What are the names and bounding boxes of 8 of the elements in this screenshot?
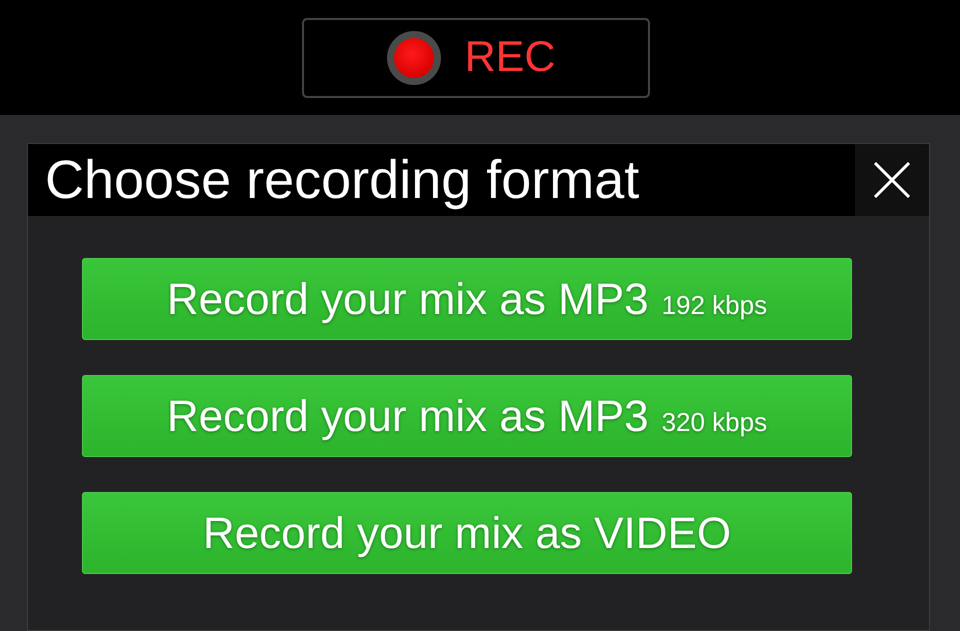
record-format-button[interactable]: Record your mix as VIDEO: [82, 492, 852, 574]
close-icon: [874, 162, 910, 198]
record-format-button[interactable]: Record your mix as MP3 192 kbps: [82, 258, 852, 340]
close-button[interactable]: [855, 144, 929, 216]
record-icon: [386, 30, 441, 84]
dialog-title: Choose recording format: [45, 153, 640, 207]
rec-button[interactable]: REC: [302, 18, 650, 98]
record-format-button[interactable]: Record your mix as MP3 320 kbps: [82, 375, 852, 457]
